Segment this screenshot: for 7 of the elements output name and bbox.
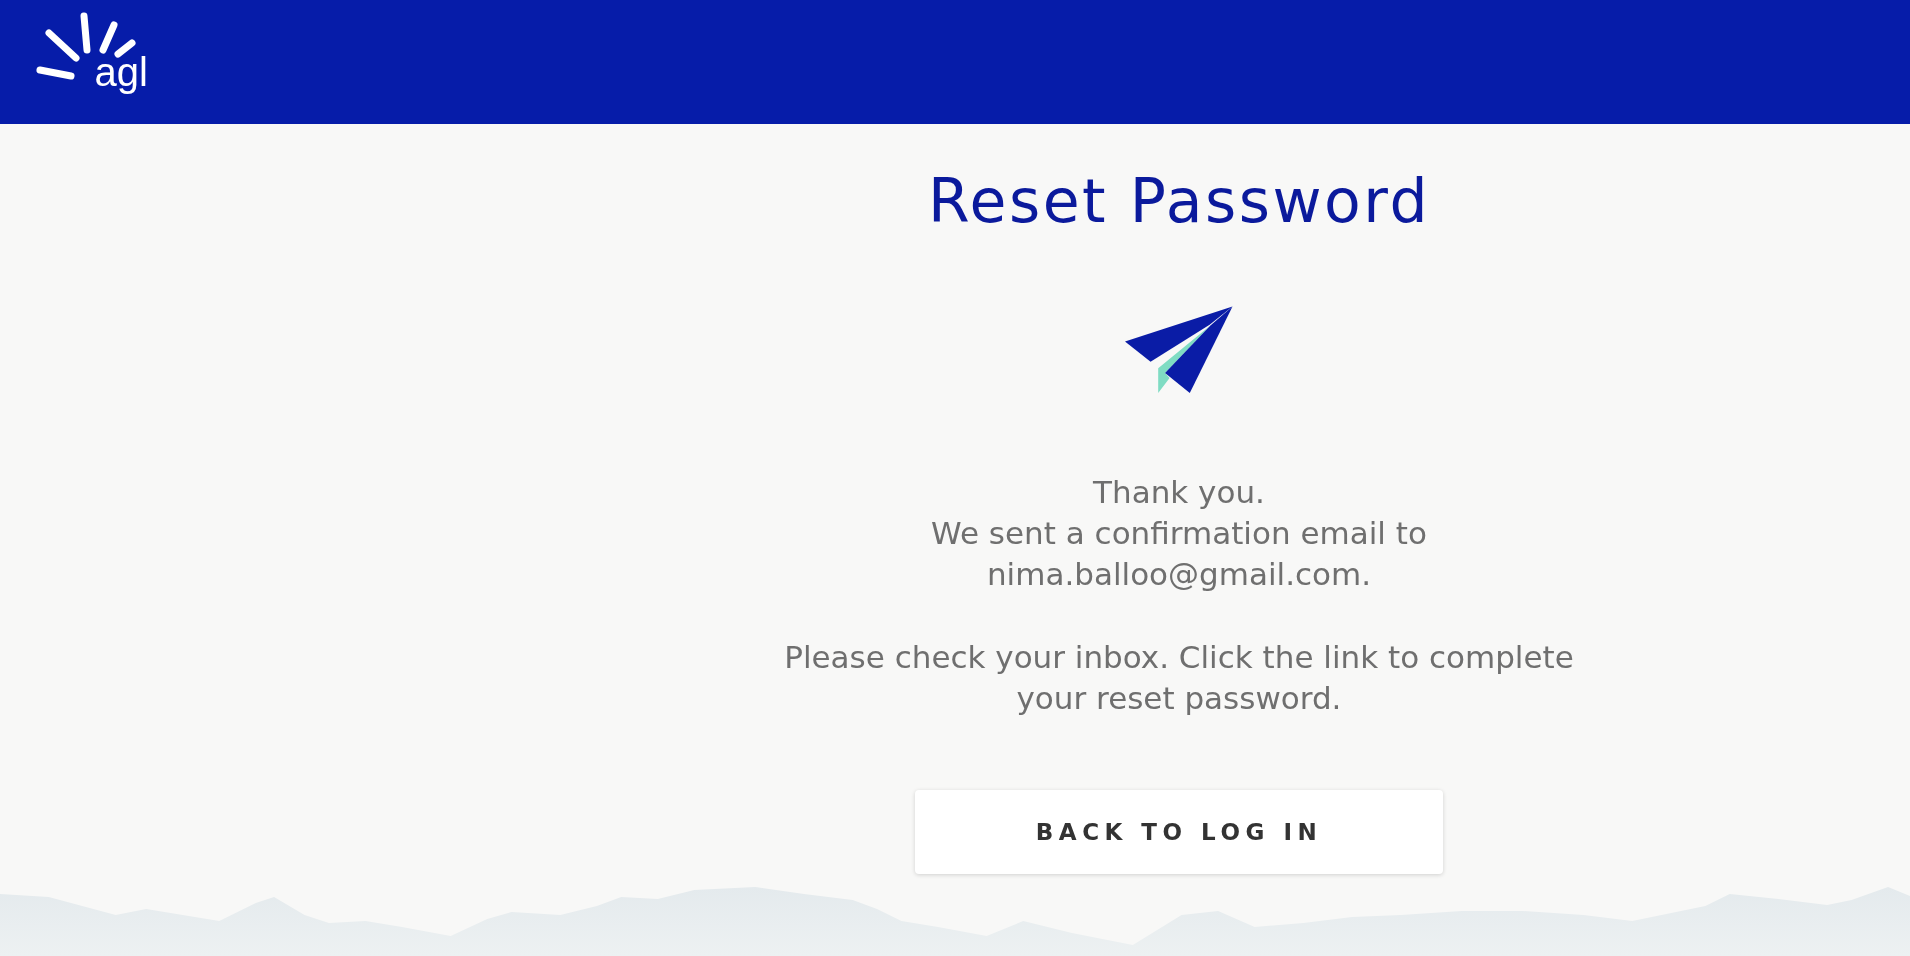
greeting-text: Thank you. (1092, 473, 1266, 512)
logo-link[interactable]: agl (36, 12, 148, 92)
confirmation-text: We sent a confirmation email to nima.balloo@gmail.com. (930, 514, 1428, 594)
page-title: Reset Password (928, 165, 1430, 237)
paper-plane-icon (1125, 306, 1233, 394)
instruction-text: Please check your inbox. Click the link to complete your reset password. (783, 638, 1575, 718)
back-to-login-button[interactable]: BACK TO LOG IN (915, 790, 1443, 874)
